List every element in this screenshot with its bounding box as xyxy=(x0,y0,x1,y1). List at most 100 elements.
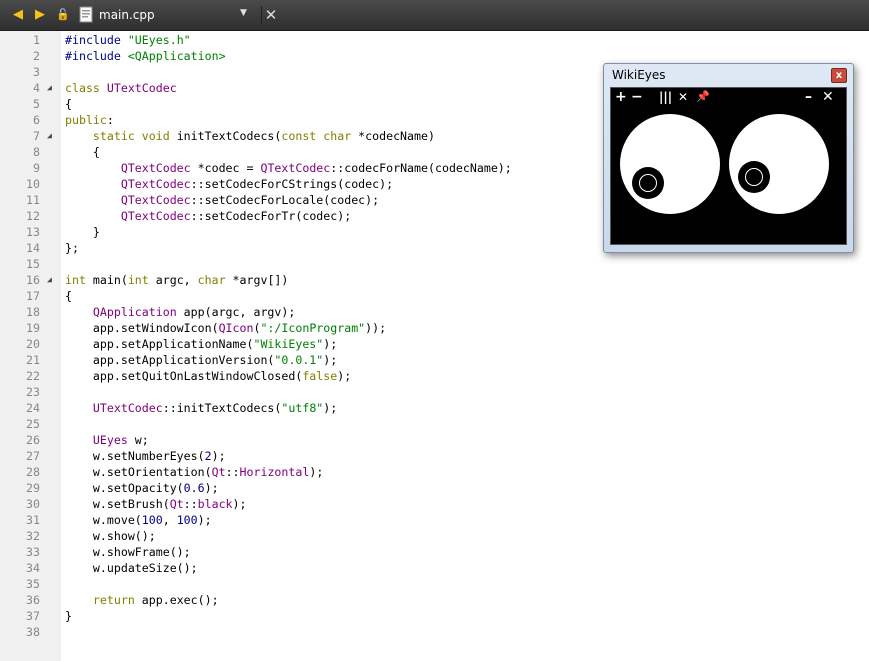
code-text: UEyes w; xyxy=(65,432,149,448)
code-text: #include "UEyes.h" xyxy=(65,32,191,48)
line-number: 1 xyxy=(33,33,40,47)
code-token: static void xyxy=(92,129,177,143)
code-text: w.updateSize(); xyxy=(65,560,198,576)
code-text: UTextCodec::initTextCodecs("utf8"); xyxy=(65,400,337,416)
code-text: w.setBrush(Qt::black); xyxy=(65,496,247,512)
code-text: { xyxy=(65,288,72,304)
code-token: false xyxy=(302,369,338,383)
code-line: 15 xyxy=(0,256,869,272)
back-arrow-icon[interactable]: ◀ xyxy=(10,7,26,23)
code-token: UTextCodec xyxy=(92,401,163,415)
code-token: initTextCodecs( xyxy=(176,129,282,143)
window-title: WikiEyes xyxy=(612,68,666,82)
right-pupil xyxy=(738,161,770,193)
code-text: return app.exec(); xyxy=(65,592,219,608)
code-token: char xyxy=(197,273,233,287)
code-line: 26 UEyes w; xyxy=(0,432,869,448)
line-number: 29 xyxy=(26,481,40,495)
code-token: ); xyxy=(197,513,212,527)
code-line: 1 #include "UEyes.h" xyxy=(0,32,869,48)
lock-icon[interactable]: 🔓 xyxy=(55,7,71,23)
code-text: QTextCodec::setCodecForCStrings(codec); xyxy=(65,176,393,192)
code-text: #include <QApplication> xyxy=(65,48,226,64)
code-text: { xyxy=(65,144,100,160)
tools-icon[interactable]: ✕ xyxy=(678,90,688,104)
left-pupil xyxy=(632,167,664,199)
line-number: 24 xyxy=(26,401,40,415)
line-number: 6 xyxy=(33,113,40,127)
file-selector[interactable]: main.cpp xyxy=(99,6,249,24)
code-text: QTextCodec::setCodecForLocale(codec); xyxy=(65,192,379,208)
minimize-icon[interactable]: – xyxy=(805,90,812,104)
line-number: 35 xyxy=(26,577,40,591)
fold-toggle-icon[interactable]: ◢ xyxy=(47,128,52,144)
code-text: } xyxy=(65,224,100,240)
code-line: 16 ◢ int main(int argc, char *argv[]) xyxy=(0,272,869,288)
columns-icon[interactable]: ||| xyxy=(659,90,672,104)
eyes-canvas: + − ||| ✕ 📌 – ✕ xyxy=(610,87,847,245)
line-number: 16 xyxy=(26,273,40,287)
line-number: 14 xyxy=(26,241,40,255)
code-text: w.setOrientation(Qt::Horizontal); xyxy=(65,464,323,480)
code-token: 100 xyxy=(141,513,163,527)
code-text: w.setOpacity(0.6); xyxy=(65,480,219,496)
code-text: class UTextCodec xyxy=(65,80,177,96)
code-token: w.show(); xyxy=(65,529,156,543)
line-number: 27 xyxy=(26,449,40,463)
code-token: :: xyxy=(225,465,240,479)
code-line: 37} xyxy=(0,608,869,624)
line-number: 3 xyxy=(33,65,40,79)
code-token: ); xyxy=(232,497,247,511)
minus-icon[interactable]: − xyxy=(631,90,643,104)
code-line: 18 QApplication app(argc, argv); xyxy=(0,304,869,320)
fold-toggle-icon[interactable]: ◢ xyxy=(47,80,52,96)
forward-arrow-icon[interactable]: ▶ xyxy=(32,7,48,23)
line-number: 32 xyxy=(26,529,40,543)
line-number: 22 xyxy=(26,369,40,383)
code-text: w.setNumberEyes(2); xyxy=(65,448,226,464)
code-token: argc, xyxy=(155,273,198,287)
line-number: 10 xyxy=(26,177,40,191)
line-number: 5 xyxy=(33,97,40,111)
code-token: *argv[]) xyxy=(232,273,289,287)
code-token: w.setBrush( xyxy=(65,497,170,511)
code-token: { xyxy=(65,289,72,303)
code-token: ); xyxy=(323,337,338,351)
code-token: 2 xyxy=(204,449,212,463)
code-line: 35 xyxy=(0,576,869,592)
code-line: 34 w.updateSize(); xyxy=(0,560,869,576)
line-number: 2 xyxy=(33,49,40,63)
code-token: main( xyxy=(92,273,128,287)
code-token: "WikiEyes" xyxy=(253,337,324,351)
right-eye xyxy=(729,114,829,214)
close-document-icon[interactable]: ✕ xyxy=(261,6,280,24)
line-number: 23 xyxy=(26,385,40,399)
line-number: 19 xyxy=(26,321,40,335)
code-token: *codec = xyxy=(190,161,261,175)
code-token: <QApplication> xyxy=(127,49,226,63)
code-line: 30 w.setBrush(Qt::black); xyxy=(0,496,869,512)
code-token: int xyxy=(127,273,156,287)
close-icon[interactable]: ✕ xyxy=(822,90,834,104)
plus-icon[interactable]: + xyxy=(615,90,627,104)
code-token: ); xyxy=(337,369,352,383)
code-token: w.setNumberEyes( xyxy=(65,449,205,463)
code-token: QIcon xyxy=(218,321,254,335)
code-token: UEyes xyxy=(92,433,128,447)
window-close-button[interactable]: x xyxy=(831,68,847,83)
left-pupil-highlight xyxy=(639,174,657,192)
code-token: { xyxy=(65,97,72,111)
code-token: : xyxy=(106,113,114,127)
fold-toggle-icon[interactable]: ◢ xyxy=(47,272,52,288)
chevron-down-icon[interactable]: ▼ xyxy=(240,8,247,18)
pin-icon[interactable]: 📌 xyxy=(696,90,710,104)
code-token: ); xyxy=(323,401,338,415)
code-token: 100 xyxy=(176,513,198,527)
code-line: 36 return app.exec(); xyxy=(0,592,869,608)
code-token: w.move( xyxy=(65,513,142,527)
